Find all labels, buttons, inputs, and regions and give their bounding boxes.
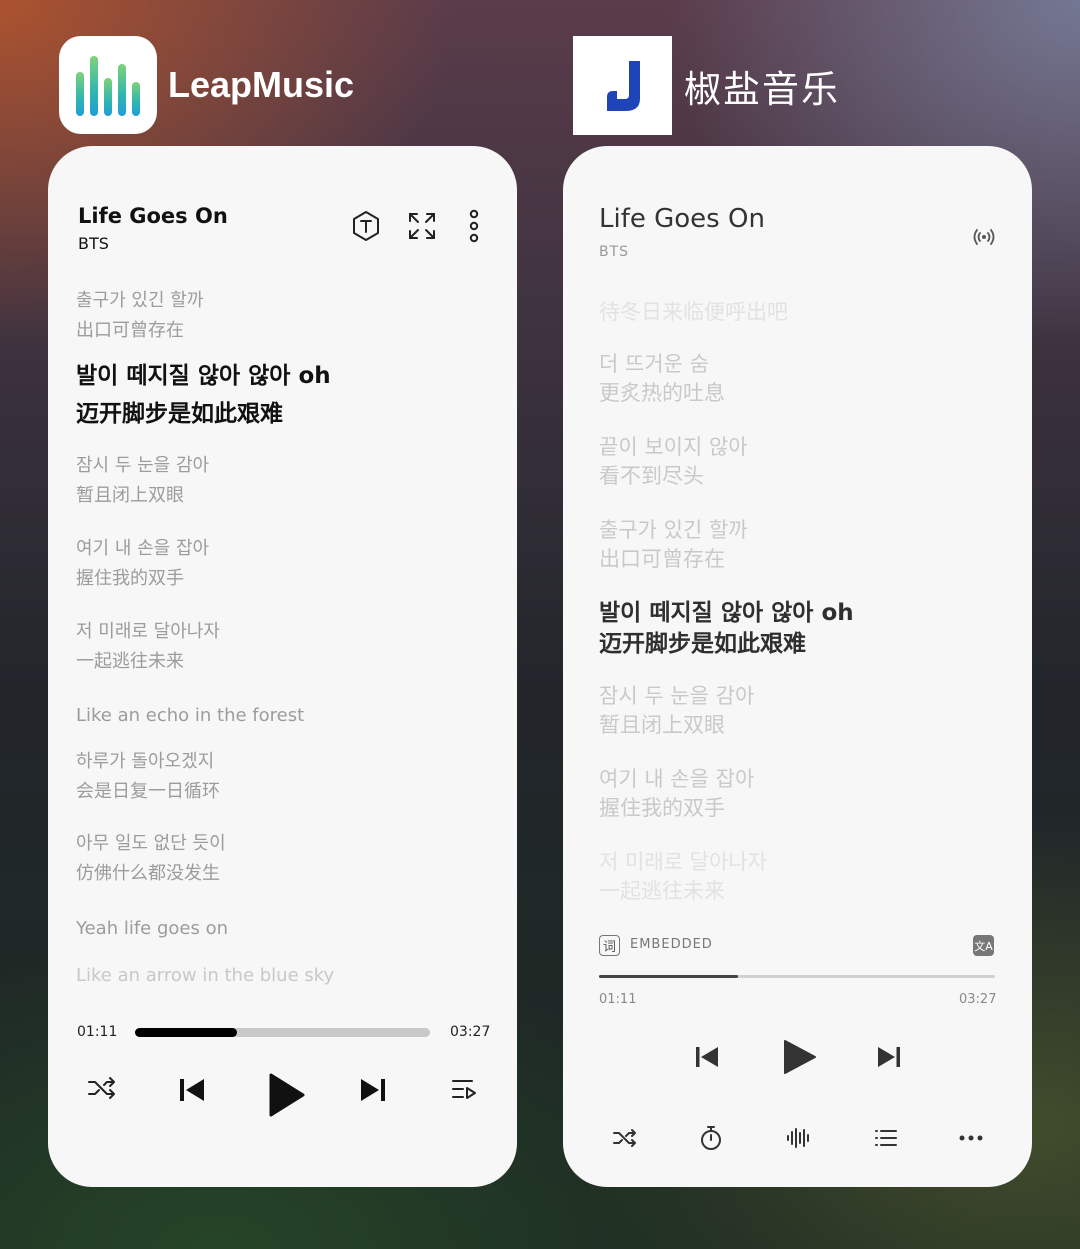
leapmusic-header: LeapMusic: [59, 36, 354, 134]
lyric-line-current: 발이 떼지질 않아 않아 oh 迈开脚步是如此艰难: [599, 600, 854, 657]
lyric-line: 저 미래로 달아나자 一起逃往未来: [76, 621, 220, 672]
jiaoyan-logo-icon: [573, 36, 672, 135]
lyric-line: 저 미래로 달아나자 一起逃往未来: [599, 850, 767, 903]
leapmusic-logo-icon: [59, 36, 157, 134]
lyric-line-current: 발이 떼지질 않아 않아 oh 迈开脚步是如此艰难: [76, 363, 331, 427]
lyric-line: Like an arrow in the blue sky: [76, 965, 335, 986]
total-time: 03:27: [450, 1024, 491, 1040]
lyric-line: Like an echo in the forest: [76, 705, 305, 726]
total-time: 03:27: [959, 992, 997, 1007]
timer-icon[interactable]: [694, 1122, 728, 1154]
song-artist: BTS: [78, 234, 109, 253]
next-icon[interactable]: [871, 1039, 907, 1075]
lyric-line: 출구가 있긴 할까 出口可曾存在: [599, 518, 748, 571]
broadcast-icon[interactable]: [969, 222, 999, 252]
lyric-line: 하루가 돌아오겠지 会是日复一日循环: [76, 751, 220, 802]
lyric-line: Yeah life goes on: [76, 918, 229, 939]
progress-bar[interactable]: [135, 1028, 430, 1037]
translate-hex-icon[interactable]: [348, 208, 384, 244]
shuffle-icon[interactable]: [607, 1123, 643, 1153]
progress-fill: [135, 1028, 237, 1037]
jiaoyan-player-card: Life Goes On BTS 待冬日来临便呼出吧 더 뜨거운 숨 更炙热的吐息…: [563, 146, 1032, 1187]
playlist-icon[interactable]: [868, 1123, 904, 1153]
previous-icon[interactable]: [689, 1039, 725, 1075]
previous-icon[interactable]: [172, 1070, 212, 1110]
lyric-line: 待冬日来临便呼出吧: [599, 300, 788, 324]
play-icon[interactable]: [776, 1034, 822, 1080]
elapsed-time: 01:11: [77, 1024, 118, 1040]
elapsed-time: 01:11: [599, 992, 637, 1007]
lyrics-source-icon[interactable]: 词: [599, 935, 620, 956]
lyric-line: 잠시 두 눈을 감아 暂且闭上双眼: [76, 455, 210, 506]
song-title: Life Goes On: [78, 204, 228, 228]
progress-bar[interactable]: [599, 975, 995, 978]
jiaoyan-app-name: 椒盐音乐: [684, 68, 840, 110]
lyric-line: 여기 내 손을 잡아 握住我的双手: [599, 767, 755, 820]
lyrics-panel[interactable]: 待冬日来临便呼出吧 더 뜨거운 숨 更炙热的吐息 끝이 보이지 않아 看不到尽头 출…: [599, 286, 999, 906]
next-icon[interactable]: [353, 1070, 393, 1110]
song-title: Life Goes On: [599, 204, 765, 234]
lyric-line: 잠시 두 눈을 감아 暂且闭上双眼: [599, 684, 755, 737]
leapmusic-app-name: LeapMusic: [168, 64, 355, 105]
playlist-icon[interactable]: [444, 1070, 484, 1110]
more-vertical-icon[interactable]: [456, 208, 492, 244]
leapmusic-player-card: Life Goes On BTS 출구가 있긴 할까 出口可曾存在 발이 떼지질 …: [48, 146, 517, 1187]
progress-fill: [599, 975, 738, 978]
fullscreen-icon[interactable]: [404, 208, 440, 244]
lyric-line: 더 뜨거운 숨 更炙热的吐息: [599, 352, 725, 405]
lyrics-panel[interactable]: 출구가 있긴 할까 出口可曾存在 발이 떼지질 않아 않아 oh 迈开脚步是如此艰难…: [76, 286, 496, 986]
jiaoyan-header: 椒盐音乐: [573, 36, 840, 135]
play-icon[interactable]: [261, 1070, 311, 1120]
audio-wave-icon[interactable]: [781, 1123, 817, 1153]
lyrics-source-label[interactable]: EMBEDDED: [630, 937, 713, 952]
lyric-line: 출구가 있긴 할까 出口可曾存在: [76, 290, 204, 341]
lyric-line: 끝이 보이지 않아 看不到尽头: [599, 435, 748, 488]
shuffle-icon[interactable]: [84, 1070, 120, 1106]
more-horizontal-icon[interactable]: [953, 1123, 989, 1153]
lyric-line: 아무 일도 없단 듯이 仿佛什么都没发生: [76, 833, 226, 884]
lyric-line: 여기 내 손을 잡아 握住我的双手: [76, 538, 210, 589]
translate-icon[interactable]: 文A: [973, 935, 994, 956]
song-artist: BTS: [599, 244, 630, 260]
